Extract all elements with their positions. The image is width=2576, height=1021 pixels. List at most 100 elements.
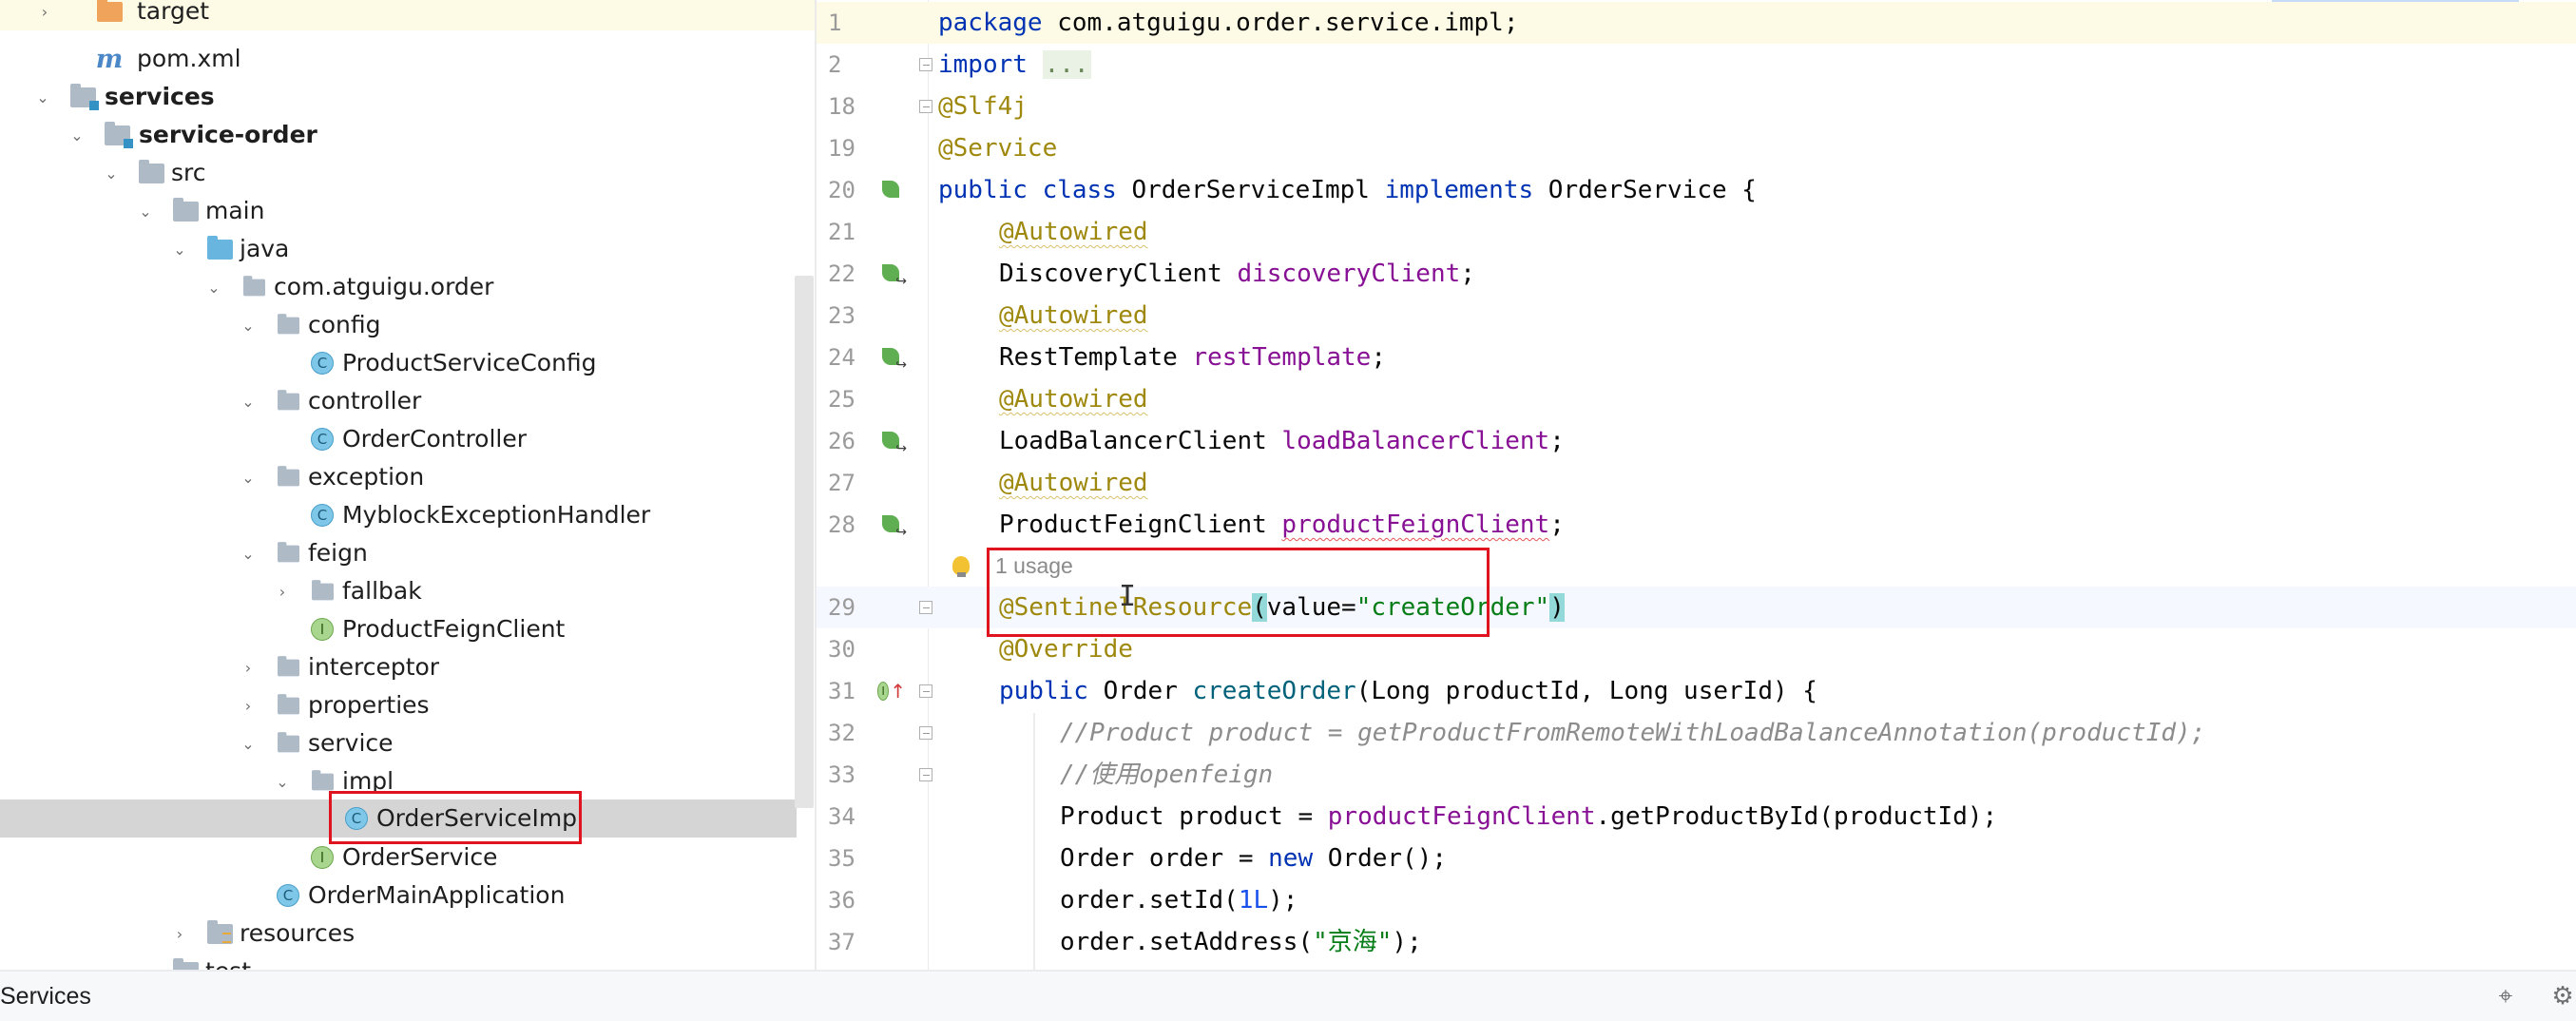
chevron-down-icon[interactable]: ⌄ (238, 458, 259, 496)
target-icon[interactable]: ⌖ (2492, 982, 2519, 1011)
spring-autowired-icon[interactable]: ↪ (877, 420, 907, 462)
tree-item-ordercontroller[interactable]: C OrderController (0, 420, 816, 458)
tree-item-exception[interactable]: ⌄ exception (0, 458, 816, 496)
folder-orange-icon (95, 0, 124, 30)
code-line[interactable]: 35 Order order = new Order(); (817, 838, 2576, 879)
code-line[interactable]: 30 @Override (817, 628, 2576, 670)
line-number: 29 (828, 594, 855, 621)
chevron-right-icon[interactable]: › (238, 686, 259, 724)
code-line[interactable]: 28 ↪ ProductFeignClient productFeignClie… (817, 504, 2576, 546)
chevron-right-icon[interactable]: › (272, 572, 293, 610)
tree-item-label: controller (308, 387, 422, 414)
tree-item-properties[interactable]: › properties (0, 686, 816, 724)
code-line[interactable]: 19 @Service (817, 127, 2576, 169)
chevron-down-icon[interactable]: ⌄ (135, 192, 156, 230)
lightbulb-icon[interactable] (950, 549, 972, 582)
gear-icon[interactable]: ⚙ (2549, 982, 2576, 1011)
chevron-down-icon[interactable]: ⌄ (238, 382, 259, 420)
code-line[interactable]: 20 public class OrderServiceImpl impleme… (817, 169, 2576, 211)
tree-item-config[interactable]: ⌄ config (0, 306, 816, 344)
code-line[interactable]: 2 import ... (817, 44, 2576, 86)
code-line[interactable]: 25 @Autowired (817, 378, 2576, 420)
code-line[interactable]: 24 ↪ RestTemplate restTemplate; (817, 337, 2576, 378)
package-icon (274, 724, 302, 762)
code-line[interactable]: 34 Product product = productFeignClient.… (817, 796, 2576, 838)
fold-icon[interactable] (917, 754, 934, 796)
code-text: @Autowired (999, 469, 1148, 497)
tree-item-pom-xml[interactable]: m pom.xml (0, 40, 816, 78)
fold-icon[interactable] (917, 44, 934, 86)
tree-item-main[interactable]: ⌄ main (0, 192, 816, 230)
code-text: @Slf4j (938, 92, 1028, 121)
code-line[interactable]: 36 order.setId(1L); (817, 879, 2576, 921)
chevron-down-icon[interactable]: ⌄ (238, 534, 259, 572)
spring-autowired-icon[interactable]: ↪ (877, 253, 907, 295)
tree-item-services[interactable]: ⌄ services (0, 78, 816, 116)
spring-autowired-icon[interactable]: ↪ (877, 504, 907, 546)
tree-item-orderserviceimpl[interactable]: C OrderServiceImpl (0, 799, 797, 838)
tree-item-com-atguigu-order[interactable]: ⌄ com.atguigu.order (0, 268, 816, 306)
code-text: order.setId(1L); (1060, 886, 1298, 915)
tree-item-ordermainapplication[interactable]: C OrderMainApplication (0, 877, 816, 915)
tree-item-service-order[interactable]: ⌄ service-order (0, 116, 816, 154)
tree-item-src[interactable]: ⌄ src (0, 154, 816, 192)
fold-icon[interactable] (917, 670, 934, 712)
line-number: 1 (828, 10, 842, 36)
chevron-down-icon[interactable]: ⌄ (101, 154, 122, 192)
services-title[interactable]: Services (0, 972, 91, 1021)
chevron-right-icon[interactable]: › (34, 0, 55, 30)
fold-icon[interactable] (917, 712, 934, 754)
code-line[interactable]: 22 ↪ DiscoveryClient discoveryClient; (817, 253, 2576, 295)
chevron-right-icon[interactable]: › (135, 953, 156, 971)
code-line[interactable]: 31 I ↑ public Order createOrder(Long prod… (817, 670, 2576, 712)
chevron-right-icon[interactable]: › (169, 915, 190, 953)
code-text: public Order createOrder(Long productId,… (999, 677, 1817, 705)
code-line[interactable]: 21 @Autowired (817, 211, 2576, 253)
chevron-down-icon[interactable]: ⌄ (32, 78, 53, 116)
tree-item-resources[interactable]: › resources (0, 915, 816, 953)
chevron-down-icon[interactable]: ⌄ (238, 306, 259, 344)
chevron-down-icon[interactable]: ⌄ (169, 230, 190, 268)
tree-item-orderservice[interactable]: I OrderService (0, 838, 816, 877)
tree-item-java[interactable]: ⌄ java (0, 230, 816, 268)
chevron-down-icon[interactable]: ⌄ (238, 724, 259, 762)
code-line[interactable]: 32 //Product product = getProductFromRem… (817, 712, 2576, 754)
tree-item-target[interactable]: › target (0, 0, 816, 30)
implements-method-icon[interactable]: I ↑ (877, 670, 906, 712)
usage-inlay-hint[interactable]: 1 usage (995, 549, 1073, 582)
code-line[interactable]: 26 ↪ LoadBalancerClient loadBalancerClie… (817, 420, 2576, 462)
code-line[interactable]: 18 @Slf4j (817, 86, 2576, 127)
code-line[interactable]: 37 order.setAddress("京海"); (817, 921, 2576, 963)
code-line[interactable]: 1 package com.atguigu.order.service.impl… (817, 2, 2576, 44)
tree-item-service[interactable]: ⌄ service (0, 724, 816, 762)
code-line[interactable]: 23 @Autowired (817, 295, 2576, 337)
chevron-right-icon[interactable]: › (238, 648, 259, 686)
tree-item-test[interactable]: › test (0, 953, 816, 970)
fold-icon[interactable] (917, 587, 934, 628)
code-line-current[interactable]: 29 @SentinelResource(value="createOrder"… (817, 587, 2576, 628)
tree-item-productfeignclient[interactable]: I ProductFeignClient (0, 610, 816, 648)
code-line[interactable]: 27 @Autowired (817, 462, 2576, 504)
fold-icon[interactable] (917, 86, 934, 127)
tree-item-fallbak[interactable]: › fallbak (0, 572, 816, 610)
chevron-down-icon[interactable]: ⌄ (67, 116, 87, 154)
code-text: //使用openfeign (1060, 761, 1274, 789)
tree-item-impl[interactable]: ⌄ impl (0, 762, 816, 800)
tree-item-interceptor[interactable]: › interceptor (0, 648, 816, 686)
code-editor[interactable]: !1 ▲7 ▲6 ✓1 ⌃ 1 package com.atguigu.orde… (817, 0, 2576, 970)
code-line[interactable]: 33 //使用openfeign (817, 754, 2576, 796)
interface-icon: I (308, 610, 336, 648)
tree-item-label: service-order (139, 121, 317, 148)
tree-item-productserviceconfig[interactable]: C ProductServiceConfig (0, 344, 816, 382)
spring-autowired-icon[interactable]: ↪ (877, 337, 907, 378)
chevron-down-icon[interactable]: ⌄ (272, 762, 293, 800)
package-icon (274, 648, 302, 686)
line-number: 18 (828, 93, 855, 120)
tree-scrollbar[interactable] (795, 276, 814, 808)
tree-item-controller[interactable]: ⌄ controller (0, 382, 816, 420)
tree-item-feign[interactable]: ⌄ feign (0, 534, 816, 572)
line-number: 28 (828, 511, 855, 538)
chevron-down-icon[interactable]: ⌄ (203, 268, 224, 306)
spring-bean-icon[interactable] (877, 169, 906, 211)
tree-item-myblockexceptionhandler[interactable]: C MyblockExceptionHandler (0, 496, 816, 534)
